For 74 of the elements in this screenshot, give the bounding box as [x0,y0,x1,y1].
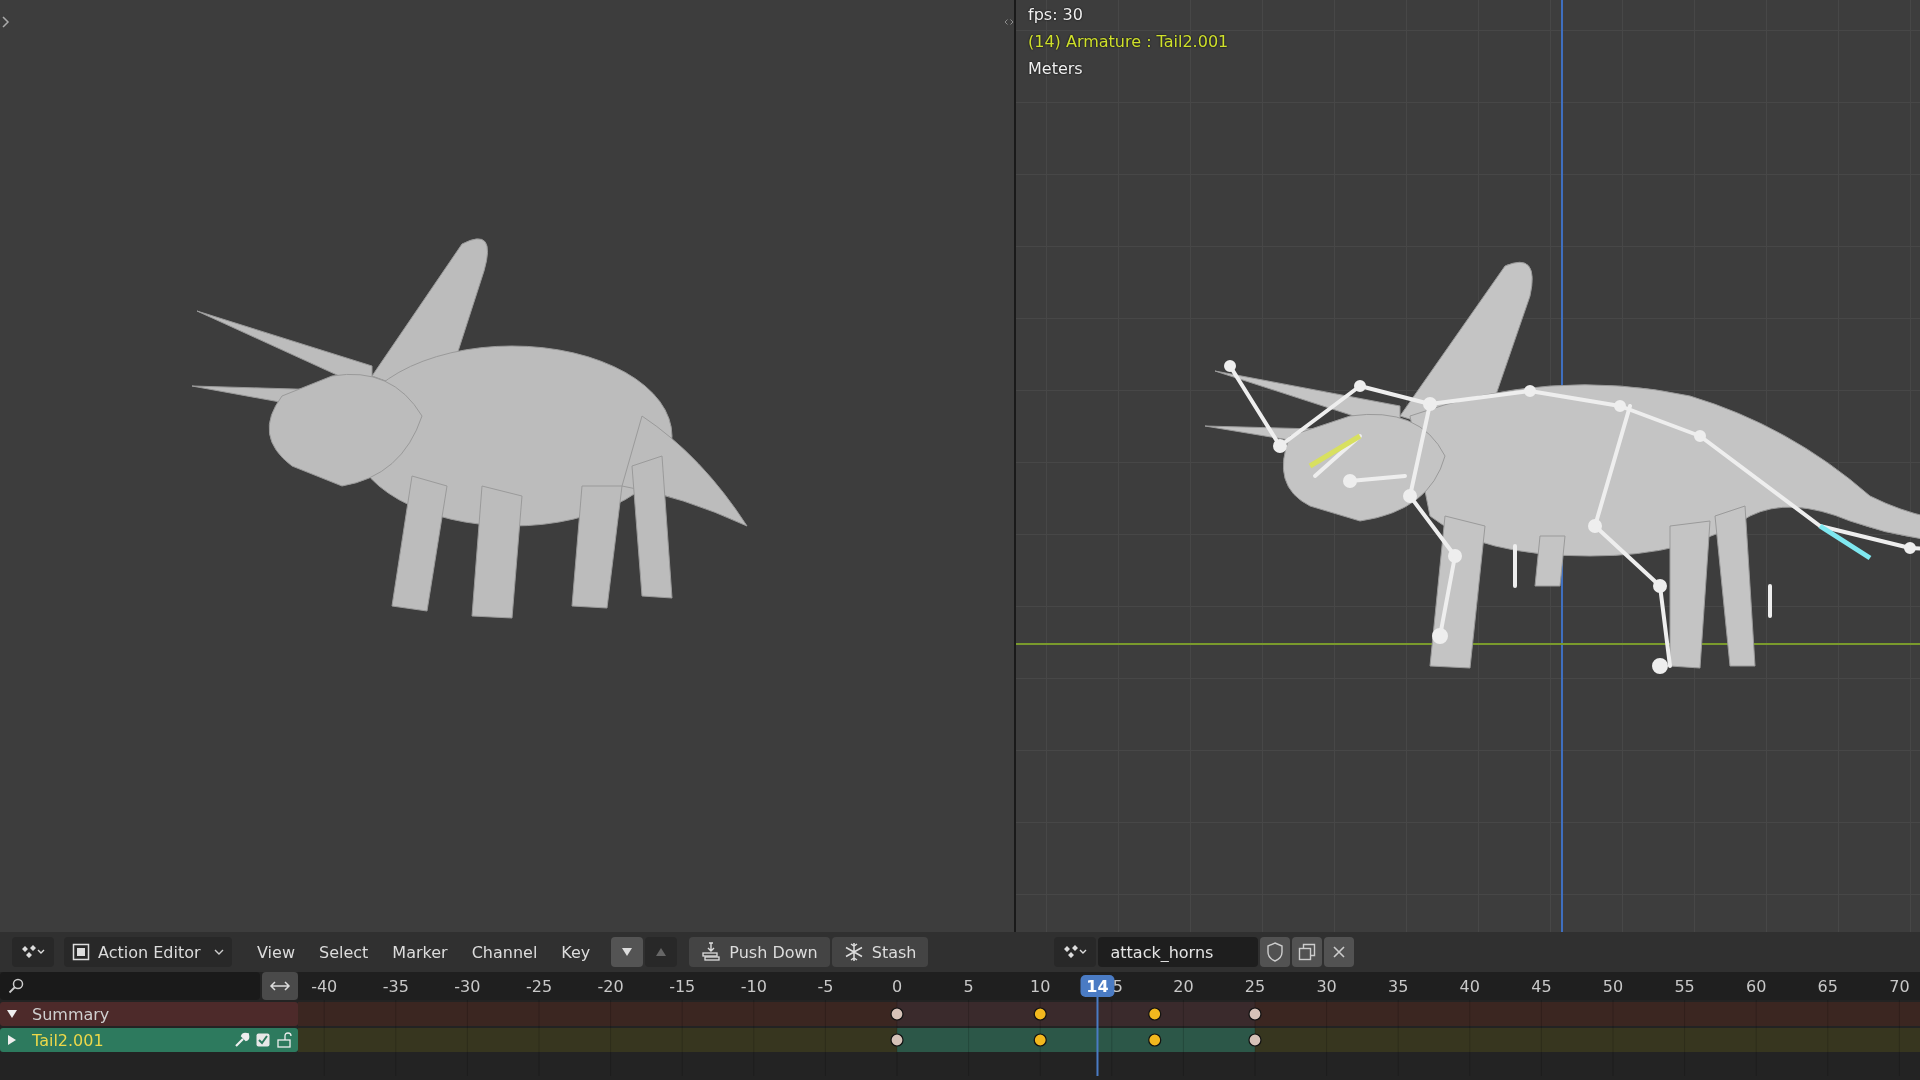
frame-tick-label: -35 [382,977,409,996]
swap-button[interactable] [262,972,298,1000]
channel-name: Tail2.001 [31,1030,105,1050]
viewport-info-text: Meters [1028,58,1084,79]
menu-item[interactable]: View [248,937,304,967]
frame-tick-label: 45 [1531,977,1552,996]
action-browse-button[interactable] [1054,937,1097,967]
keyframe-marker[interactable] [1148,1033,1162,1047]
triangle-down-icon [621,947,634,957]
shield-icon [1266,942,1285,962]
filter-down-button[interactable] [611,937,644,967]
push-down-button[interactable]: Push Down [689,937,830,967]
channel-name: Summary [31,1004,111,1024]
keyframe-marker[interactable] [1148,1007,1162,1021]
frame-tick-label: 30 [1316,977,1337,996]
menu-item[interactable]: Key [552,937,600,967]
copy-icon [1298,943,1317,961]
keyframe-marker[interactable] [890,1033,904,1047]
dopesheet-timeline[interactable]: -40 -35 -30 -25 -20 -15 -10 -5 0 5 10 14 5 20 25 30 35 40 45 50 55 60 65 70 [298,972,1920,1080]
search-icon [8,978,24,994]
action-name-field[interactable]: attack_horns [1098,937,1259,967]
frame-tick-label: -10 [740,977,767,996]
frame-tick-label: 20 [1173,977,1194,996]
keyframe-marker[interactable] [1033,1007,1047,1021]
menu-item[interactable]: Select [309,937,378,967]
keyframes-icon [1062,944,1089,960]
viewport-info-text: (14) Armature : Tail2.001 [1028,31,1229,52]
double-arrow-icon [269,980,291,992]
triangle-up-icon [655,947,668,957]
current-frame-badge[interactable]: 14 [1080,975,1115,997]
frame-tick-label: 10 [1030,977,1051,996]
frame-tick-label: 50 [1602,977,1624,996]
chevron-down-icon [214,948,224,956]
keyframe-marker[interactable] [1248,1033,1262,1047]
keyframe-marker[interactable] [1248,1007,1262,1021]
fake-user-button[interactable] [1260,937,1291,967]
frame-tick-label: 40 [1459,977,1480,996]
menu-item[interactable]: Channel [462,937,547,967]
editor-mode-dropdown[interactable]: Action Editor [64,937,232,967]
editor-type-button[interactable] [12,937,54,967]
push-down-icon [701,942,722,962]
frame-tick-label: -25 [525,977,553,996]
frame-tick-label: 35 [1388,977,1409,996]
search-field[interactable] [0,972,260,1000]
frame-tick-label: 65 [1817,977,1838,996]
frame-tick-label: -5 [817,977,834,996]
viewport-info-text: fps: 30 [1028,4,1084,25]
frame-tick-label: 70 [1889,977,1910,996]
duplicate-button[interactable] [1292,937,1323,967]
frame-tick-label: -20 [597,977,624,996]
snowflake-icon [843,942,864,962]
frame-tick-label: 5 [963,977,974,996]
menu-item[interactable]: Marker [383,937,457,967]
keyframe-marker[interactable] [890,1007,904,1021]
checkbox[interactable] [256,1033,270,1047]
close-button[interactable] [1324,937,1355,967]
frame-tick-label: 60 [1746,977,1767,996]
frame-tick-label: 25 [1244,977,1266,996]
frame-tick-label: -30 [454,977,481,996]
keyframes-icon [20,944,46,960]
channel-row[interactable]: Tail2.001 [0,1028,298,1052]
stash-button[interactable]: Stash [831,937,929,967]
close-icon [1332,945,1347,959]
wrench-icon[interactable] [234,1032,250,1048]
padlock-icon[interactable] [276,1032,292,1048]
frame-tick-label: 0 [891,977,903,996]
disclosure-triangle-icon[interactable] [6,1008,18,1020]
frame-tick-label: 55 [1674,977,1695,996]
frame-tick-label: 5 [1112,977,1123,996]
action-editor-icon [72,943,90,961]
frame-tick-label: -40 [311,977,338,996]
channel-row[interactable]: Summary [0,1002,298,1026]
frame-tick-label: -15 [669,977,696,996]
keyframe-marker[interactable] [1033,1033,1047,1047]
